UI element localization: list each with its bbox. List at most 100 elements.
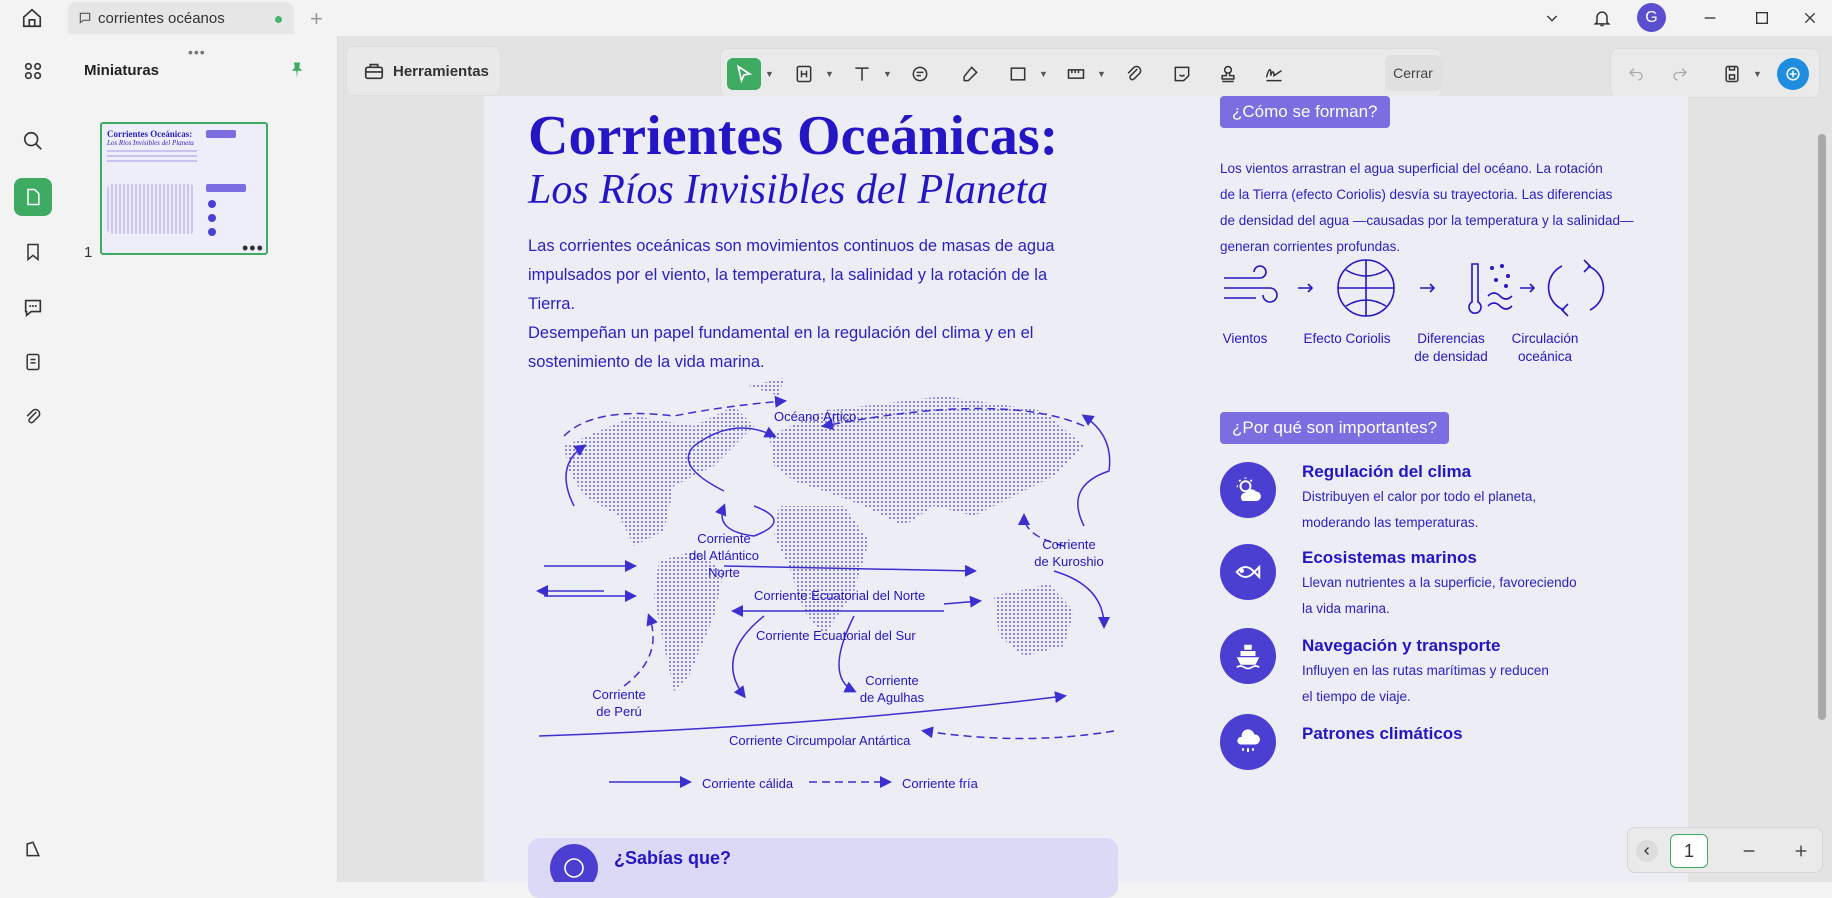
highlight-tool[interactable] xyxy=(953,58,987,90)
paperclip-icon xyxy=(1127,65,1142,81)
redo-button[interactable] xyxy=(1663,58,1697,90)
how-title-pill: ¿Cómo se forman? xyxy=(1220,96,1390,128)
home-button[interactable] xyxy=(18,5,46,31)
collapse-pager-button[interactable] xyxy=(1636,840,1658,862)
signature-tool[interactable] xyxy=(1257,58,1291,90)
ai-assistant-button[interactable] xyxy=(1777,58,1809,90)
thumbnail-title: Corrientes Oceánicas: xyxy=(107,129,193,139)
tabs-dropdown-button[interactable] xyxy=(1534,4,1570,32)
step-label-circulation: Circulación oceánica xyxy=(1490,330,1600,366)
map-label-line: Corriente xyxy=(697,531,751,546)
step-label-line: Circulación xyxy=(1511,331,1579,346)
fish-icon xyxy=(1235,564,1261,580)
navigation-icon-circle xyxy=(1220,628,1276,684)
importance-title: Ecosistemas marinos xyxy=(1302,548,1477,567)
minus-icon xyxy=(1743,850,1755,852)
maximize-icon xyxy=(1756,12,1768,24)
climate-icon-circle xyxy=(1220,462,1276,518)
zoom-out-button[interactable] xyxy=(1738,840,1760,862)
thumbnail-more-button[interactable]: ••• xyxy=(242,238,264,259)
thumbnail-dot xyxy=(208,214,216,222)
page-thumbnail[interactable]: Corrientes Oceánicas: Los Ríos Invisible… xyxy=(100,122,268,255)
scrollbar-thumb[interactable] xyxy=(1818,134,1826,720)
plus-icon xyxy=(1795,845,1807,857)
map-label-arctic: Océano Ártico xyxy=(774,409,857,424)
text-tool[interactable] xyxy=(845,58,879,90)
shape-tool-caret[interactable]: ▼ xyxy=(1039,69,1048,79)
user-avatar[interactable]: G xyxy=(1637,3,1666,32)
map-label-north-atlantic: Corriente del Atlántico Norte xyxy=(674,530,774,581)
document-icon xyxy=(26,353,40,371)
header-tool-caret[interactable]: ▼ xyxy=(825,69,834,79)
sticker-tool[interactable] xyxy=(1165,58,1199,90)
comments-icon xyxy=(24,299,42,317)
select-tool[interactable] xyxy=(727,58,761,90)
thumbnail-text-line xyxy=(107,150,197,152)
apps-button[interactable] xyxy=(14,52,52,90)
map-label-line: Norte xyxy=(708,565,740,580)
comment-tool[interactable] xyxy=(903,58,937,90)
map-label-kuroshio: Corriente de Kuroshio xyxy=(1024,536,1114,570)
header-tool[interactable] xyxy=(787,58,821,90)
measure-tool[interactable] xyxy=(1059,58,1093,90)
attachments-panel-button[interactable] xyxy=(14,343,52,381)
bookmark-icon xyxy=(27,243,39,262)
minimize-button[interactable] xyxy=(1692,4,1728,32)
document-subtitle: Los Ríos Invisibles del Planeta xyxy=(528,167,1049,213)
undo-button[interactable] xyxy=(1619,58,1653,90)
tools-button[interactable]: Herramientas xyxy=(346,46,501,96)
bookmarks-button[interactable] xyxy=(14,233,52,271)
importance-line: Influyen en las rutas marítimas y reduce… xyxy=(1302,663,1549,678)
ocean-currents-map: Océano Ártico Corriente del Atlántico No… xyxy=(524,356,1164,826)
vertical-scrollbar[interactable] xyxy=(1818,110,1826,870)
shape-tool[interactable] xyxy=(1001,58,1035,90)
close-window-button[interactable] xyxy=(1792,4,1828,32)
attachments-button[interactable] xyxy=(14,398,52,436)
page-number-input[interactable]: 1 xyxy=(1670,834,1708,868)
ruler-icon xyxy=(1067,69,1085,79)
highlighter-icon xyxy=(963,66,978,82)
new-tab-button[interactable]: + xyxy=(310,6,323,32)
grid-icon xyxy=(24,62,42,80)
map-label-line: Corriente xyxy=(1042,537,1096,552)
thumbnail-subtitle: Los Ríos Invisibles del Planeta xyxy=(107,139,194,147)
map-label-line: de Perú xyxy=(596,704,642,719)
importance-title: Navegación y transporte xyxy=(1302,636,1501,655)
thumbnail-pill xyxy=(206,184,246,192)
close-tools-button[interactable]: Cerrar xyxy=(1385,55,1441,91)
attach-tool[interactable] xyxy=(1117,58,1151,90)
annotation-toolbar: ▼ ▼ ▼ ▼ ▼ Cerrar xyxy=(720,48,1442,98)
intro-line: impulsados por el viento, la temperatura… xyxy=(528,266,1048,313)
select-tool-caret[interactable]: ▼ xyxy=(765,69,774,79)
text-icon xyxy=(855,67,869,81)
save-button[interactable] xyxy=(1715,58,1749,90)
notifications-button[interactable] xyxy=(1584,4,1620,32)
theme-toggle-button[interactable] xyxy=(14,830,52,868)
panel-resize-grip[interactable]: ••• xyxy=(188,44,206,60)
zoom-in-button[interactable] xyxy=(1790,840,1812,862)
document-tab[interactable]: corrientes océanos xyxy=(68,2,294,34)
signature-icon xyxy=(1265,68,1282,82)
pin-button[interactable] xyxy=(288,60,306,85)
tab-title: corrientes océanos xyxy=(98,9,225,27)
importance-description: Distribuyen el calor por todo el planeta… xyxy=(1302,484,1602,536)
toolbox-icon xyxy=(364,63,384,80)
thumbnail-pill xyxy=(206,130,236,138)
thumbnails-button[interactable] xyxy=(14,178,52,216)
comments-button[interactable] xyxy=(14,288,52,326)
rectangle-icon xyxy=(1010,67,1026,81)
page-icon xyxy=(27,188,40,206)
save-caret[interactable]: ▼ xyxy=(1753,69,1762,79)
history-toolbar: ▼ xyxy=(1610,48,1820,98)
sticker-icon xyxy=(1174,66,1190,82)
undo-icon xyxy=(1629,68,1643,81)
thumbnail-dot xyxy=(208,228,216,236)
map-label-line: Corriente xyxy=(592,687,646,702)
search-button[interactable] xyxy=(14,122,52,160)
measure-tool-caret[interactable]: ▼ xyxy=(1097,69,1106,79)
text-tool-caret[interactable]: ▼ xyxy=(883,69,892,79)
stamp-tool[interactable] xyxy=(1211,58,1245,90)
maximize-button[interactable] xyxy=(1744,4,1780,32)
ship-icon xyxy=(1236,644,1260,670)
importance-line: la vida marina. xyxy=(1302,601,1390,616)
